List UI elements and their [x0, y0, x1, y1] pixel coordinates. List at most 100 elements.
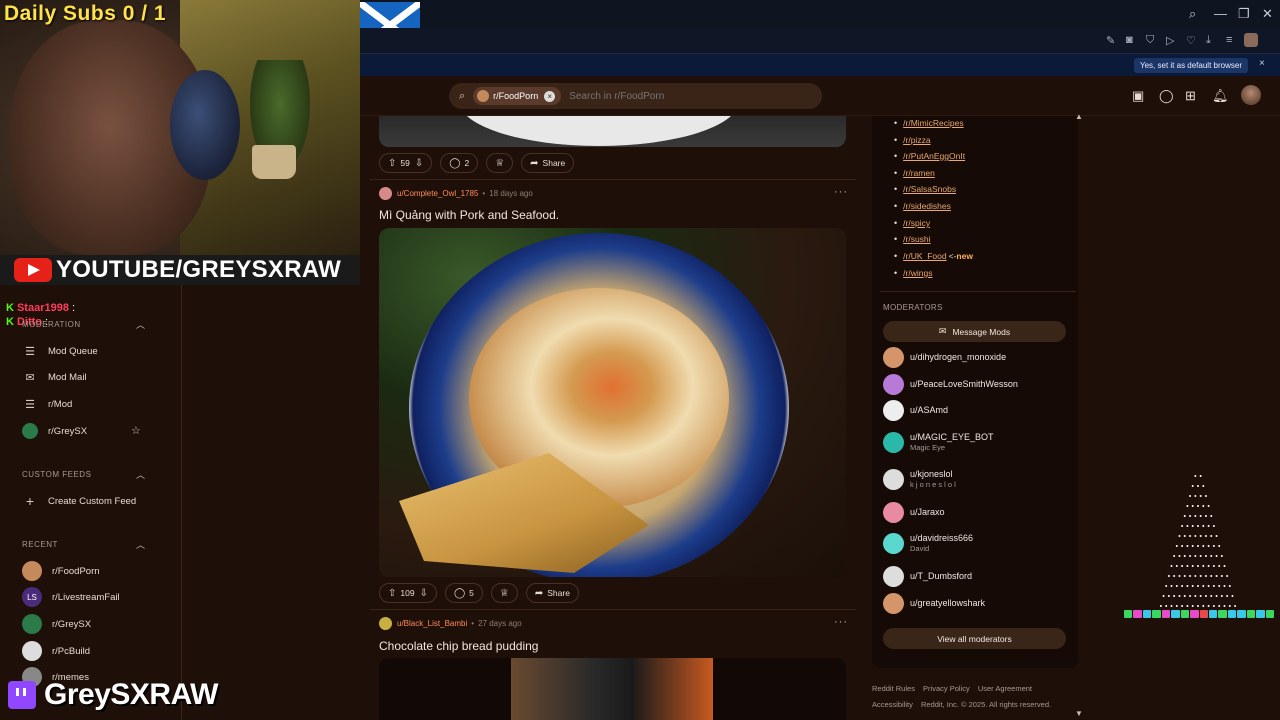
moderator-row[interactable]: u/Jaraxo — [883, 502, 945, 523]
chevron-up-icon[interactable]: ︿ — [136, 468, 145, 481]
play-icon[interactable]: ▷ — [1166, 34, 1174, 47]
vote-pill[interactable]: ⇧ 59 ⇩ — [379, 153, 433, 173]
heart-icon[interactable]: ♡ — [1186, 34, 1196, 47]
view-all-moderators-button[interactable]: View all moderators — [883, 628, 1066, 649]
award-button[interactable]: ♕ — [486, 153, 514, 173]
pyramid-dot — [1189, 595, 1192, 597]
related-subreddit[interactable]: /r/UK_Food <-new — [894, 251, 973, 261]
set-default-browser-button[interactable]: Yes, set it as default browser — [1134, 58, 1248, 73]
pyramid-dot — [1212, 545, 1215, 547]
post-title[interactable]: Chocolate chip bread pudding — [379, 639, 538, 653]
user-avatar[interactable] — [379, 617, 392, 630]
create-post-icon[interactable]: ⊞ — [1185, 88, 1196, 104]
profile-icon[interactable] — [1244, 33, 1258, 47]
advertise-icon[interactable]: ▣ — [1132, 88, 1144, 104]
scroll-down-icon[interactable]: ▼ — [1075, 709, 1083, 718]
star-icon[interactable]: ☆ — [131, 424, 141, 437]
mail-icon: ✉ — [938, 326, 947, 336]
post-image[interactable] — [379, 228, 846, 577]
moderator-row[interactable]: u/kjoneslol k j o n e s l o l — [883, 469, 956, 490]
moderators-title: MODERATORS — [883, 303, 943, 312]
related-subreddit[interactable]: /r/ramen — [894, 168, 935, 178]
vote-pill[interactable]: ⇧ 109 ⇩ — [379, 583, 437, 603]
edit-icon[interactable]: ✎ — [1106, 34, 1115, 47]
post-author[interactable]: u/Complete_Owl_1785 — [397, 189, 478, 198]
award-icon: ♕ — [495, 157, 505, 169]
scroll-up-icon[interactable]: ▲ — [1075, 112, 1083, 121]
sidebar-item-recent[interactable]: r/FoodPorn — [22, 560, 100, 582]
comments-button[interactable]: ◯ 5 — [444, 583, 483, 603]
related-subreddit[interactable]: /r/sidedishes — [894, 201, 951, 211]
moderator-row[interactable]: u/PeaceLoveSmithWesson — [883, 374, 1018, 395]
post-image[interactable] — [379, 658, 846, 720]
moderator-row[interactable]: u/dihydrogen_monoxide — [883, 347, 1006, 368]
moderator-row[interactable]: u/MAGIC_EYE_BOT Magic Eye — [883, 432, 994, 453]
restore-icon[interactable]: ❐ — [1238, 6, 1250, 22]
close-default-bar-icon[interactable]: × — [1259, 58, 1265, 69]
user-avatar[interactable] — [379, 187, 392, 200]
pyramid-dot — [1194, 535, 1197, 537]
post-actions: ⇧ 59 ⇩ ◯ 2 ♕ ➦ Share — [379, 153, 582, 173]
pyramid-dot — [1220, 595, 1223, 597]
community-chip[interactable]: r/FoodPorn × — [473, 87, 562, 105]
downvote-icon[interactable]: ⇩ — [415, 158, 423, 169]
more-options-icon[interactable]: ··· — [834, 186, 848, 198]
download-icon[interactable]: ⤓ — [1206, 34, 1211, 47]
pyramid-dot — [1202, 525, 1205, 527]
community-avatar — [477, 90, 490, 102]
user-avatar[interactable] — [1241, 85, 1261, 105]
footer-link[interactable]: Accessibility — [872, 700, 913, 709]
related-subreddit[interactable]: /r/PutAnEggOnIt — [894, 151, 965, 161]
upvote-icon[interactable]: ⇧ — [388, 158, 396, 169]
related-subreddit[interactable]: /r/wings — [894, 268, 932, 278]
related-subreddit[interactable]: /r/spicy — [894, 218, 930, 228]
upvote-icon[interactable]: ⇧ — [388, 588, 396, 599]
sidebar-item-r-greysx[interactable]: r/GreySX — [22, 420, 87, 442]
chevron-up-icon[interactable]: ︿ — [136, 538, 145, 551]
more-options-icon[interactable]: ··· — [834, 616, 848, 628]
search-input[interactable] — [569, 90, 810, 102]
share-icon: ➦ — [534, 587, 544, 599]
minimize-icon[interactable]: — — [1214, 6, 1227, 21]
menu-icon[interactable]: ≡ — [1226, 34, 1232, 46]
post-author[interactable]: u/Black_List_Bambi — [397, 619, 467, 628]
moderator-row[interactable]: u/T_Dumbsford — [883, 566, 972, 587]
pyramid-dot — [1178, 595, 1181, 597]
award-button[interactable]: ♕ — [490, 583, 518, 603]
moderator-row[interactable]: u/davidreiss666 David — [883, 533, 973, 554]
footer-link[interactable]: Privacy Policy — [923, 684, 970, 693]
pyramid-dot — [1197, 565, 1199, 567]
close-window-icon[interactable]: ✕ — [1262, 6, 1273, 22]
sidebar-item-recent[interactable]: r/PcBuild — [22, 640, 90, 662]
create-custom-feed-button[interactable]: + Create Custom Feed — [22, 490, 136, 512]
related-subreddit[interactable]: /r/SalsaSnobs — [894, 184, 956, 194]
related-subreddit[interactable]: /r/pizza — [894, 135, 930, 145]
share-button[interactable]: ➦ Share — [525, 583, 579, 603]
chat-icon[interactable]: ◯ — [1159, 88, 1174, 104]
comments-button[interactable]: ◯ 2 — [440, 153, 479, 173]
share-button[interactable]: ➦ Share — [521, 153, 575, 173]
footer-link[interactable]: Reddit Rules — [872, 684, 915, 693]
post-meta: u/Black_List_Bambi • 27 days ago — [379, 617, 522, 630]
related-subreddit[interactable]: /r/MimicRecipes — [894, 118, 963, 128]
message-mods-button[interactable]: ✉ Message Mods — [883, 321, 1066, 342]
sidebar-item-mod-queue[interactable]: ☰ Mod Queue — [22, 340, 98, 362]
sidebar-item-recent[interactable]: r/GreySX — [22, 613, 91, 635]
sidebar-item-recent[interactable]: LS r/LivestreamFail — [22, 586, 120, 608]
downvote-icon[interactable]: ⇩ — [420, 588, 428, 599]
chevron-up-icon[interactable]: ︿ — [136, 318, 145, 331]
clear-chip-icon[interactable]: × — [544, 90, 556, 102]
related-subreddit[interactable]: /r/sushi — [894, 234, 930, 244]
shield-icon[interactable]: ⛉ — [1146, 34, 1154, 47]
sidebar-item-r-mod[interactable]: ☰ r/Mod — [22, 393, 72, 415]
search-icon[interactable]: ⌕ — [1189, 6, 1196, 22]
sidebar-item-mod-mail[interactable]: ✉ Mod Mail — [22, 366, 86, 388]
moderator-row[interactable]: u/ASAmd — [883, 400, 948, 421]
footer-link[interactable]: User Agreement — [978, 684, 1032, 693]
notifications-icon[interactable]: 🔔︎ — [1212, 88, 1229, 104]
post-image[interactable] — [379, 116, 846, 147]
post-title[interactable]: Mì Quảng with Pork and Seafood. — [379, 208, 559, 222]
camera-icon[interactable]: ◙ — [1126, 34, 1133, 46]
search-bar[interactable]: ⌕ r/FoodPorn × — [449, 83, 822, 109]
moderator-row[interactable]: u/greatyellowshark — [883, 593, 985, 614]
